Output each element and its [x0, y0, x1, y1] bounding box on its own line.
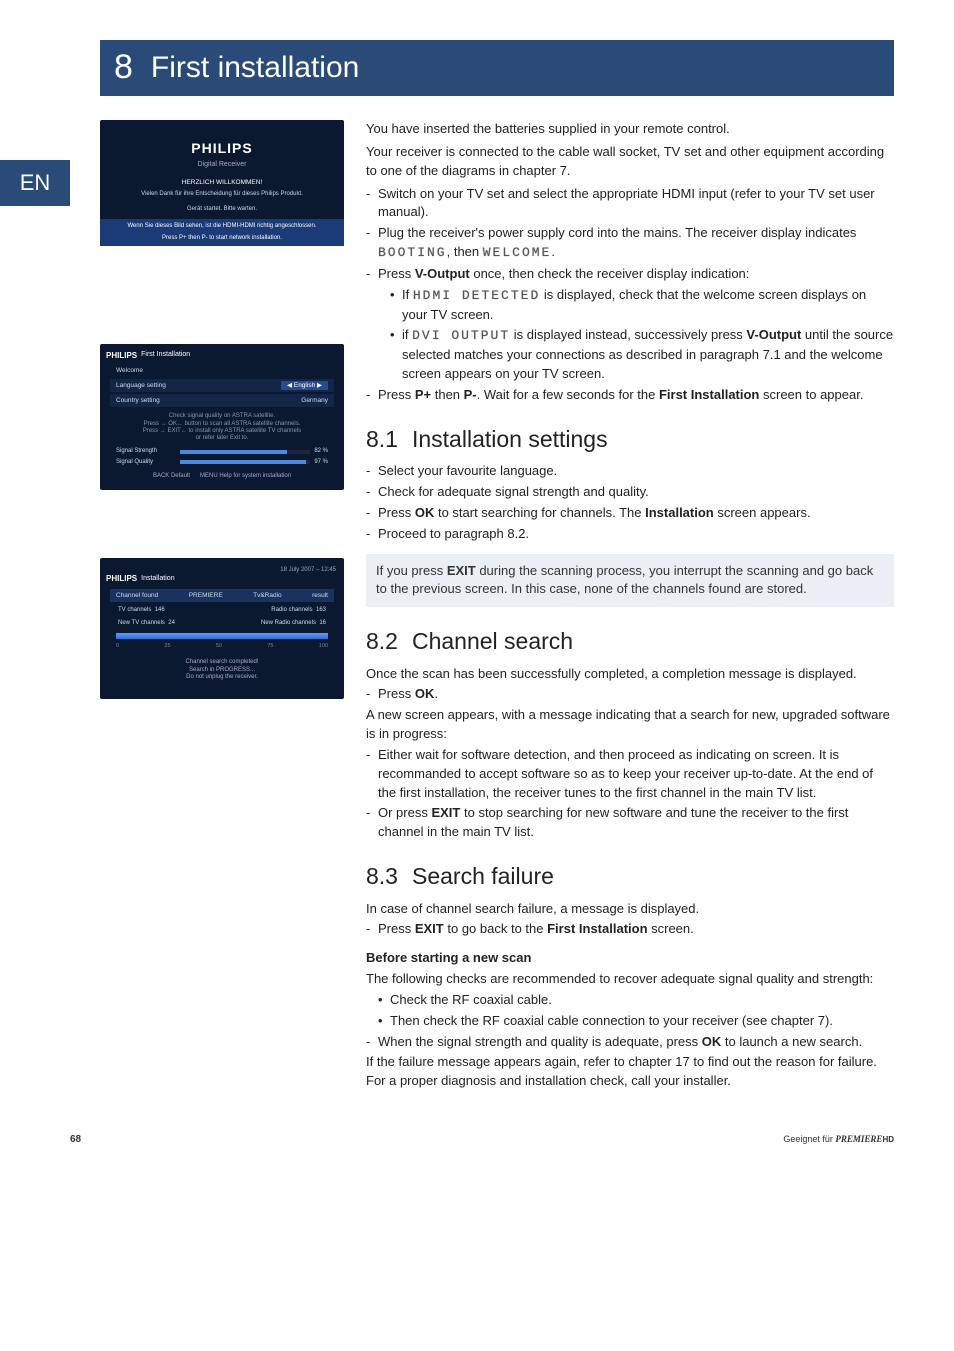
logo-text: PHILIPS — [110, 138, 334, 158]
intro-step-1: Switch on your TV set and select the app… — [366, 185, 894, 223]
footer-brand: Geeignet für PREMIEREHD — [783, 1133, 894, 1146]
language-tab: EN — [0, 160, 70, 206]
note-exit-scanning: If you press EXIT during the scanning pr… — [366, 554, 894, 608]
intro-step-3: Press V-Output once, then check the rece… — [366, 265, 894, 384]
chapter-title: First installation — [151, 46, 359, 90]
section-8-2-heading: 8.2Channel search — [366, 625, 894, 658]
intro-step-4: Press P+ then P-. Wait for a few seconds… — [366, 386, 894, 405]
screenshot-welcome: PHILIPS Digital Receiver HERZLICH WILLKO… — [100, 120, 344, 246]
chapter-banner: 8 First installation — [100, 40, 894, 96]
section-8-3-heading: 8.3Search failure — [366, 860, 894, 893]
chapter-number: 8 — [100, 43, 151, 92]
page-footer: 68 Geeignet für PREMIEREHD — [70, 1133, 894, 1148]
screenshot-installation: 18 July 2007 – 12:45 PHILIPS Installatio… — [100, 558, 344, 699]
section-8-1-heading: 8.1Installation settings — [366, 423, 894, 456]
display-hdmi-detected: HDMI DETECTED — [413, 288, 540, 303]
display-booting: BOOTING — [378, 245, 447, 260]
screenshot-first-install: PHILIPS First Installation Welcome Langu… — [100, 344, 344, 491]
intro-step-2: Plug the receiver's power supply cord in… — [366, 224, 894, 263]
display-welcome: WELCOME — [483, 245, 552, 260]
display-dvi-output: DVI OUTPUT — [412, 328, 510, 343]
page-number: 68 — [70, 1133, 81, 1148]
subhead-before-new-scan: Before starting a new scan — [366, 949, 894, 968]
intro-p1: You have inserted the batteries supplied… — [366, 120, 894, 139]
intro-p2: Your receiver is connected to the cable … — [366, 143, 894, 181]
